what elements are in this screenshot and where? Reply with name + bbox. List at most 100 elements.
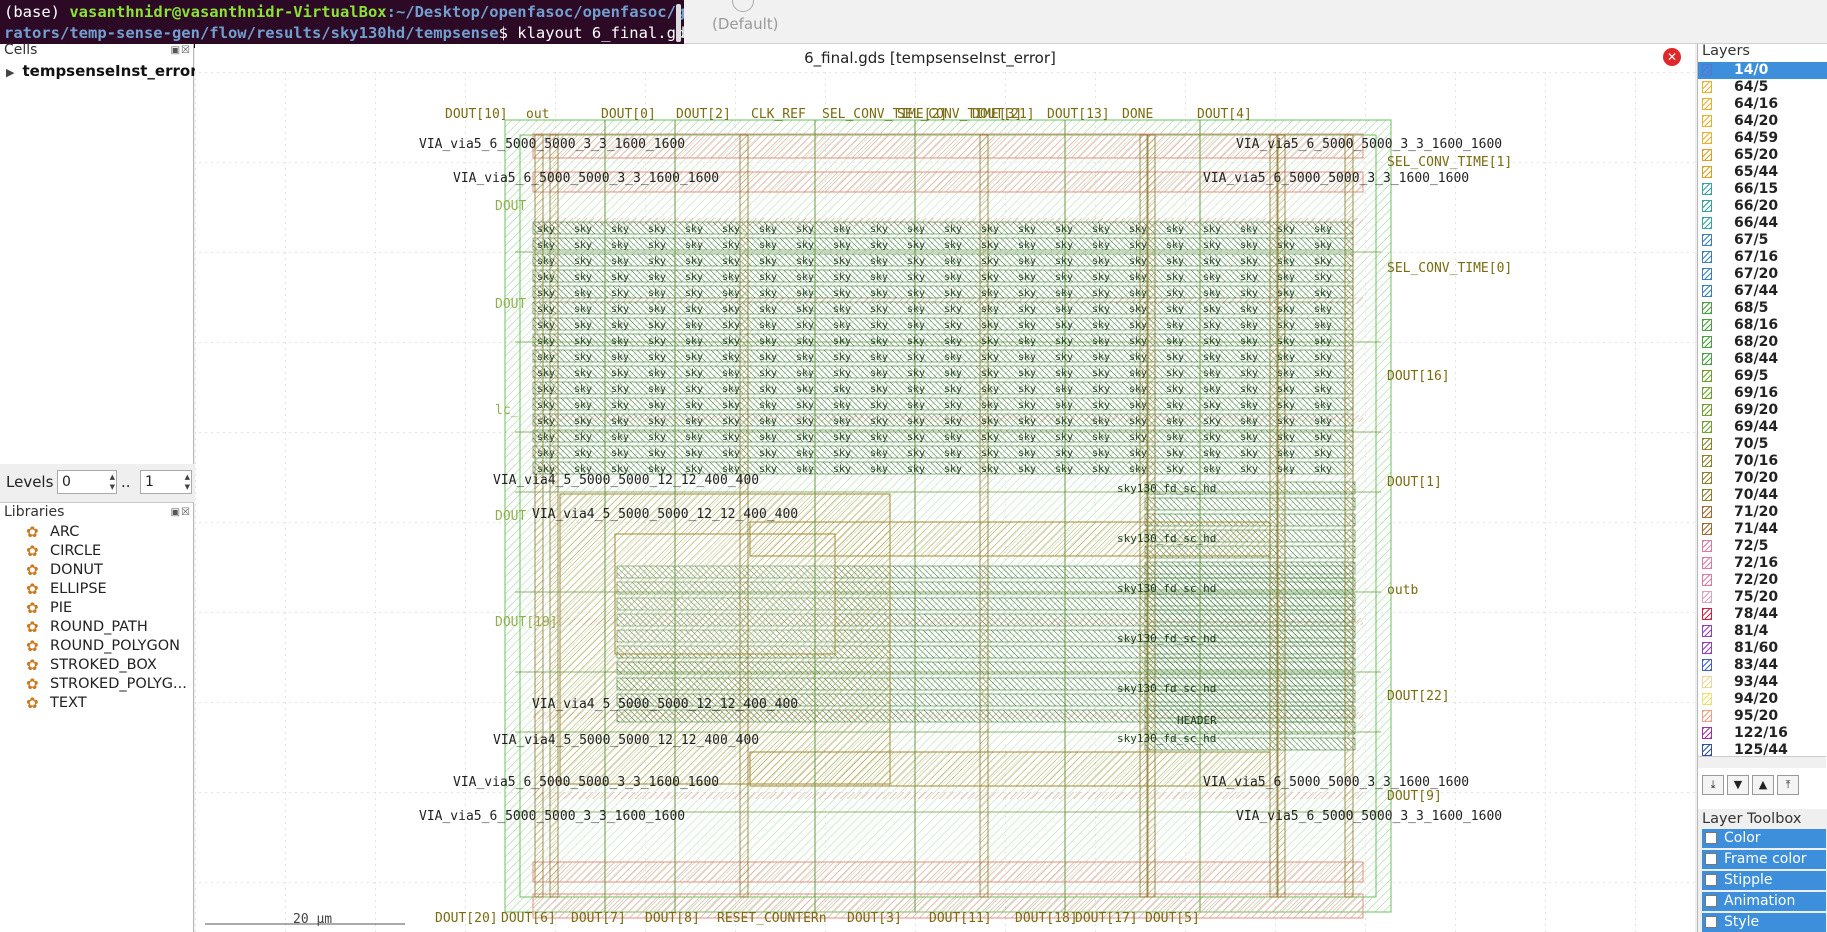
spin-arrows-icon[interactable]: ▲ ▼ — [110, 472, 115, 492]
dock-float-close-icon[interactable]: ▣☒ — [171, 506, 191, 520]
layer-item[interactable]: 70/5 — [1698, 436, 1827, 453]
layer-item[interactable]: 70/44 — [1698, 487, 1827, 504]
std-cell-label: sky — [1092, 416, 1110, 427]
toolbox-style-button[interactable]: Style — [1702, 913, 1826, 932]
layer-item[interactable]: 72/16 — [1698, 555, 1827, 572]
layer-item[interactable]: 64/20 — [1698, 113, 1827, 130]
layer-swatch-icon — [1702, 285, 1712, 297]
dock-float-close-icon[interactable]: ▣☒ — [171, 45, 191, 57]
cell-tree-item[interactable]: ▶ tempsenseInst_error — [6, 62, 198, 80]
std-cell-label: sky — [537, 256, 555, 267]
layer-item[interactable]: 14/0 — [1698, 62, 1827, 79]
toolbox-animation-button[interactable]: Animation — [1702, 892, 1826, 911]
layer-item[interactable]: 64/5 — [1698, 79, 1827, 96]
layer-item[interactable]: 71/20 — [1698, 504, 1827, 521]
std-cell-label: sky — [574, 304, 592, 315]
layer-item[interactable]: 122/16 — [1698, 725, 1827, 742]
pin-label-top: DOUT[2] — [676, 107, 731, 122]
scale-bar-label: 20 µm — [293, 912, 333, 927]
library-item[interactable]: ✿ STROKED_POLYG... — [0, 675, 193, 694]
layout-canvas[interactable]: 6_final.gds [tempsenseInst_error] ✕ sky s… — [195, 44, 1695, 932]
library-item[interactable]: ✿ STROKED_BOX — [0, 656, 193, 675]
layer-item[interactable]: 64/59 — [1698, 130, 1827, 147]
std-cell-label: sky — [1203, 256, 1221, 267]
std-cell-label: sky — [944, 256, 962, 267]
std-cell-label: sky — [796, 320, 814, 331]
toolbox-color-button[interactable]: Color — [1702, 829, 1826, 848]
library-item[interactable]: ✿ ARC — [0, 523, 193, 542]
library-item[interactable]: ✿ ROUND_PATH — [0, 618, 193, 637]
library-item[interactable]: ✿ ROUND_POLYGON — [0, 637, 193, 656]
layer-item[interactable]: 69/5 — [1698, 368, 1827, 385]
layer-name: 122/16 — [1734, 725, 1788, 741]
std-cell-label: sky — [1277, 448, 1295, 459]
move-bottom-icon[interactable]: ⤓ — [1702, 775, 1724, 795]
layer-list-scrollbar[interactable] — [1698, 756, 1826, 768]
toolbar-mode-icon[interactable] — [732, 0, 754, 12]
pin-label-right: DOUT[22] — [1387, 689, 1450, 704]
move-down-icon[interactable]: ▼ — [1727, 775, 1749, 795]
levels-from-input[interactable]: 0 ▲ ▼ — [57, 470, 117, 494]
close-view-icon[interactable]: ✕ — [1663, 48, 1681, 66]
layer-item[interactable]: 66/20 — [1698, 198, 1827, 215]
layer-item[interactable]: 68/20 — [1698, 334, 1827, 351]
toolbox-frame-color-button[interactable]: Frame color — [1702, 850, 1826, 869]
layer-item[interactable]: 68/16 — [1698, 317, 1827, 334]
layer-item[interactable]: 75/20 — [1698, 589, 1827, 606]
std-cell-label: sky — [574, 400, 592, 411]
layer-item[interactable]: 68/5 — [1698, 300, 1827, 317]
gds-layout-drawing[interactable]: sky sky sky sky sky sky sky sky sky sky sky sky sky s… — [195, 72, 1695, 932]
std-cell-label: sky — [685, 448, 703, 459]
library-item[interactable]: ✿ ELLIPSE — [0, 580, 193, 599]
layer-item[interactable]: 81/4 — [1698, 623, 1827, 640]
layer-item[interactable]: 72/20 — [1698, 572, 1827, 589]
layer-list[interactable]: 14/0 64/5 64/16 64/20 64/59 65/20 65/44 66/15 66… — [1698, 62, 1827, 762]
layer-item[interactable]: 71/44 — [1698, 521, 1827, 538]
expand-arrow-icon[interactable]: ▶ — [6, 66, 14, 79]
layer-item[interactable]: 64/16 — [1698, 96, 1827, 113]
library-item[interactable]: ✿ TEXT — [0, 694, 193, 713]
layer-item[interactable]: 66/44 — [1698, 215, 1827, 232]
layer-item[interactable]: 93/44 — [1698, 674, 1827, 691]
layer-item[interactable]: 66/15 — [1698, 181, 1827, 198]
layer-item[interactable]: 81/60 — [1698, 640, 1827, 657]
layer-item[interactable]: 65/20 — [1698, 147, 1827, 164]
terminal-scrollbar[interactable] — [676, 4, 681, 42]
std-cell-label: sky — [1055, 224, 1073, 235]
levels-to-input[interactable]: 1 ▲ ▼ — [140, 470, 192, 494]
layer-item[interactable]: 67/16 — [1698, 249, 1827, 266]
std-cell-label: sky — [1055, 448, 1073, 459]
toolbox-stipple-button[interactable]: Stipple — [1702, 871, 1826, 890]
move-top-icon[interactable]: ⤒ — [1777, 775, 1799, 795]
layer-item[interactable]: 67/44 — [1698, 283, 1827, 300]
layer-item[interactable]: 78/44 — [1698, 606, 1827, 623]
move-up-icon[interactable]: ▲ — [1752, 775, 1774, 795]
layer-item[interactable]: 95/20 — [1698, 708, 1827, 725]
std-cell-label: sky — [1277, 352, 1295, 363]
std-cell-label: sky — [1240, 448, 1258, 459]
layer-item[interactable]: 69/16 — [1698, 385, 1827, 402]
library-item[interactable]: ✿ DONUT — [0, 561, 193, 580]
layer-swatch-icon — [1702, 234, 1712, 246]
layer-name: 67/44 — [1734, 283, 1779, 299]
layer-swatch-icon — [1702, 370, 1712, 382]
std-cell-label: sky — [722, 448, 740, 459]
layer-item[interactable]: 70/16 — [1698, 453, 1827, 470]
layer-item[interactable]: 70/20 — [1698, 470, 1827, 487]
layer-item[interactable]: 69/20 — [1698, 402, 1827, 419]
layer-item[interactable]: 65/44 — [1698, 164, 1827, 181]
layer-item[interactable]: 69/44 — [1698, 419, 1827, 436]
terminal-window[interactable]: (base) vasanthnidr@vasanthnidr-VirtualBo… — [0, 0, 684, 48]
layer-name: 81/4 — [1734, 623, 1769, 639]
layer-item[interactable]: 68/44 — [1698, 351, 1827, 368]
spin-arrows-icon[interactable]: ▲ ▼ — [185, 472, 190, 492]
layer-item[interactable]: 67/5 — [1698, 232, 1827, 249]
std-cell-label: sky — [1129, 304, 1147, 315]
std-cell-label: sky — [1314, 288, 1332, 299]
layer-item[interactable]: 72/5 — [1698, 538, 1827, 555]
layer-item[interactable]: 83/44 — [1698, 657, 1827, 674]
library-item[interactable]: ✿ PIE — [0, 599, 193, 618]
layer-item[interactable]: 67/20 — [1698, 266, 1827, 283]
library-item[interactable]: ✿ CIRCLE — [0, 542, 193, 561]
layer-item[interactable]: 94/20 — [1698, 691, 1827, 708]
